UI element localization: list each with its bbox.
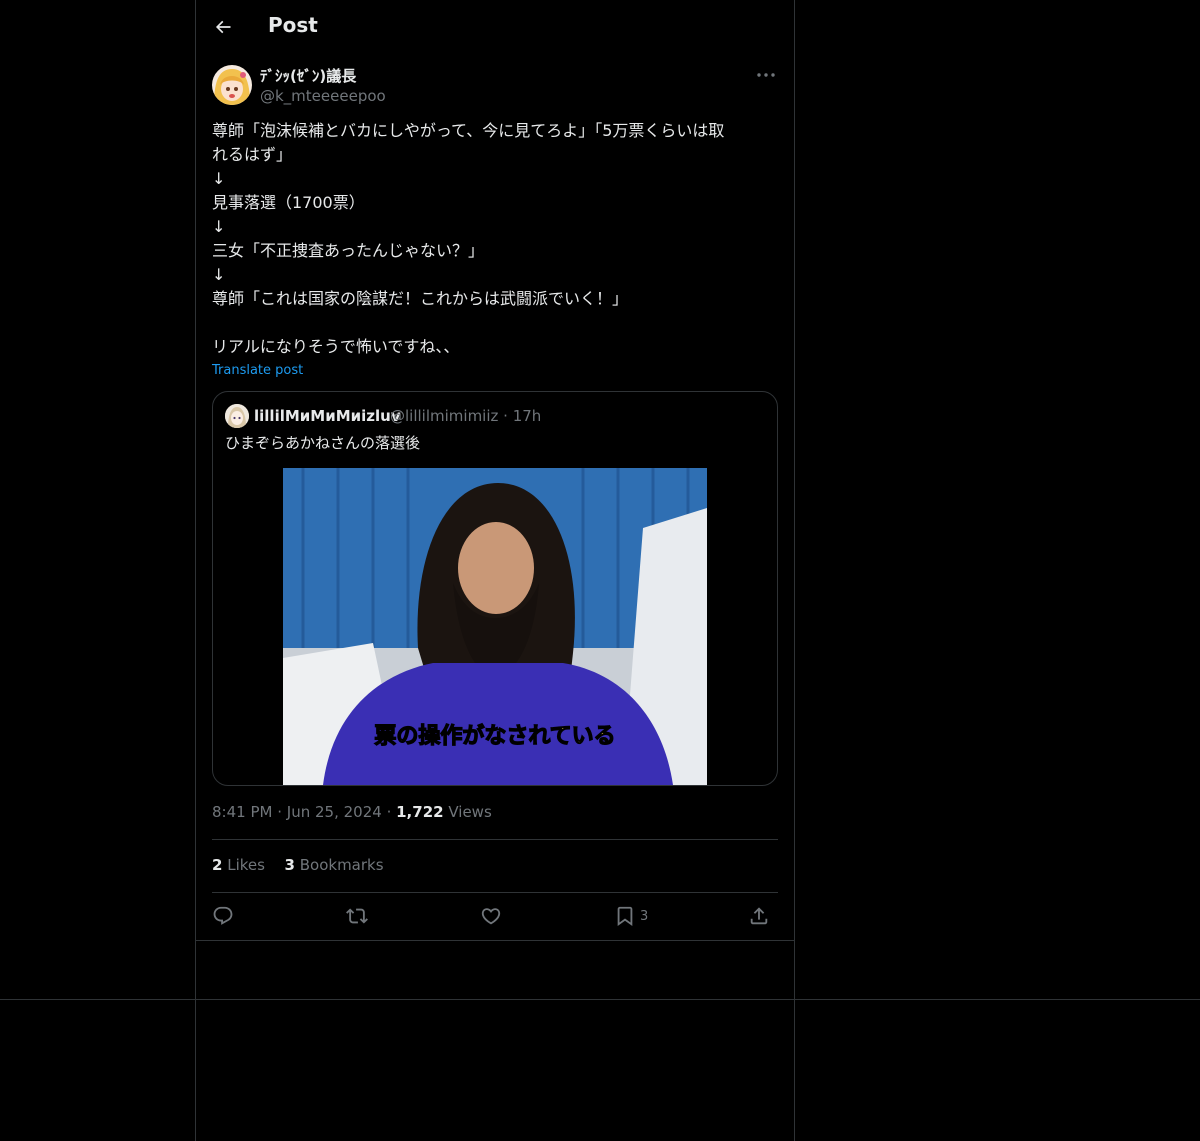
bookmarks-label: Bookmarks — [299, 856, 384, 874]
like-button[interactable] — [480, 901, 510, 931]
quote-author-name[interactable]: lillilMиMиMиizluv — [254, 407, 401, 425]
post-bottom-border — [196, 940, 794, 941]
page: Post ﾃﾞｼｯ(ｾﾞﾝ)議長 @k_mteeeeepoo 尊師「泡沫候補とバ… — [0, 0, 1200, 1141]
post-date[interactable]: Jun 25, 2024 — [287, 803, 382, 821]
quote-author-meta: @lillilmimimiiz · 17h — [390, 407, 541, 425]
post-text-line: 尊師「泡沫候補とバカにしやがって、今に見てろよ」「5万票くらいは取 — [212, 121, 725, 140]
bookmarks-count: 3 — [284, 856, 295, 874]
quote-text: ひまぞらあかねさんの落選後 — [225, 434, 421, 452]
bookmark-icon — [617, 906, 633, 927]
post-text-line: れるはず」 — [212, 145, 293, 164]
likes-count: 2 — [212, 856, 223, 874]
post-stats: 2 Likes 3 Bookmarks — [212, 856, 384, 874]
separator-dot: · — [386, 803, 397, 821]
separator-dot: · — [503, 407, 513, 425]
post-text-line: 尊師「これは国家の陰謀だ！これからは武闘派でいく！」 — [212, 289, 629, 308]
more-button[interactable] — [754, 65, 778, 87]
post-time[interactable]: 8:41 PM — [212, 803, 272, 821]
quote-media-image[interactable]: 票の操作がなされている — [283, 468, 707, 785]
bookmark-button[interactable]: 3 — [614, 901, 658, 931]
reply-icon — [213, 906, 233, 925]
column-border-left — [195, 0, 196, 1141]
video-still-image: 票の操作がなされている — [283, 468, 707, 785]
author-avatar-image — [212, 65, 252, 105]
page-title: Post — [268, 13, 318, 37]
separator-dot: · — [277, 803, 287, 821]
page-header: Post — [196, 0, 794, 54]
quote-author-avatar[interactable] — [225, 404, 249, 428]
post-text: 尊師「泡沫候補とバカにしやがって、今に見てろよ」「5万票くらいは取 れるはず」 … — [212, 119, 778, 359]
reply-button[interactable] — [212, 901, 242, 931]
post-actions: 3 — [212, 901, 778, 931]
quote-avatar-image — [225, 404, 249, 428]
like-icon — [481, 908, 501, 925]
author-name[interactable]: ﾃﾞｼｯ(ｾﾞﾝ)議長 — [260, 65, 356, 86]
repost-icon — [346, 908, 368, 924]
views-count: 1,722 — [396, 803, 444, 821]
share-icon — [750, 907, 768, 925]
bookmarks-stat[interactable]: 3 Bookmarks — [285, 856, 384, 874]
views-label: Views — [448, 803, 492, 821]
translate-post-link[interactable]: Translate post — [212, 363, 303, 378]
post-text-line: リアルになりそうで怖いですね、、 — [212, 337, 460, 356]
quoted-post[interactable]: lillilMиMиMиizluv @lillilmimimiiz · 17h … — [212, 391, 778, 786]
likes-stat[interactable]: 2 Likes — [212, 856, 265, 874]
author-avatar[interactable] — [212, 65, 252, 105]
bottom-divider — [0, 999, 1200, 1000]
post-text-line: ↓ — [212, 265, 226, 284]
post-text-line: 見事落選（1700票） — [212, 193, 365, 212]
more-icon — [757, 73, 775, 77]
meta-divider — [212, 839, 778, 840]
post-text-line: ↓ — [212, 169, 226, 188]
share-button[interactable] — [748, 901, 778, 931]
back-button[interactable] — [210, 12, 236, 42]
column-border-right — [794, 0, 795, 1141]
quote-time: 17h — [512, 407, 542, 425]
stats-divider — [212, 892, 778, 893]
post-text-line: ↓ — [212, 217, 226, 236]
post-text-line — [212, 311, 778, 335]
bookmark-action-count: 3 — [640, 909, 649, 924]
post-meta: 8:41 PM · Jun 25, 2024 · 1,722 Views — [212, 803, 492, 821]
repost-button[interactable] — [346, 901, 376, 931]
post-author: ﾃﾞｼｯ(ｾﾞﾝ)議長 @k_mteeeeepoo — [212, 65, 778, 107]
author-handle[interactable]: @k_mteeeeepoo — [260, 87, 386, 105]
quote-author-handle[interactable]: @lillilmimimiiz — [390, 407, 498, 425]
post-text-line: 三女「不正捜査あったんじゃない？」 — [212, 241, 485, 260]
back-arrow-icon — [215, 20, 231, 34]
likes-label: Likes — [227, 856, 265, 874]
video-caption: 票の操作がなされている — [374, 723, 615, 749]
